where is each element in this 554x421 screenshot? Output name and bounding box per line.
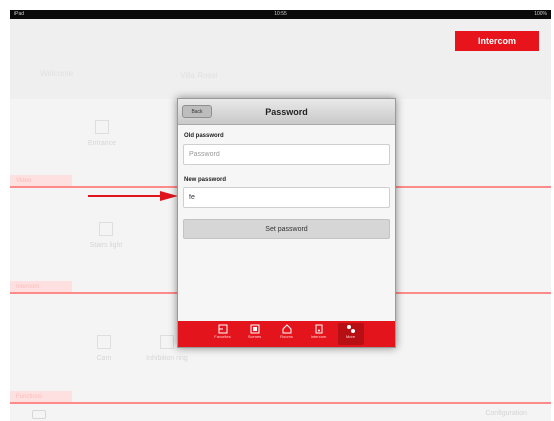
section-divider	[10, 402, 551, 404]
clock-label: 10:55	[274, 11, 287, 17]
bg-item-cam[interactable]: Cam	[84, 335, 124, 362]
tab-scenes[interactable]: Scenes	[242, 323, 268, 345]
old-password-label: Old password	[184, 133, 224, 139]
header-faint-text: Welcome	[40, 69, 74, 78]
tab-rooms[interactable]: Rooms	[274, 323, 300, 345]
status-bar: iPad 10:55 100%	[10, 10, 551, 19]
configuration-icon[interactable]	[32, 410, 46, 419]
new-password-label: New password	[184, 177, 227, 183]
set-password-button[interactable]: Set password	[183, 219, 390, 239]
bg-item-entrance[interactable]: Entrance	[82, 120, 122, 147]
bg-item-label: Stairs light	[89, 242, 123, 249]
header-faint-text-2: Villa Rossi	[180, 71, 218, 80]
battery-label: 100%	[534, 11, 547, 17]
scenes-icon	[250, 324, 259, 334]
door-icon	[95, 120, 109, 134]
intercom-icon	[315, 324, 322, 334]
favorites-icon	[218, 324, 227, 334]
tab-label: Favorites	[214, 334, 231, 339]
bell-off-icon	[160, 335, 174, 349]
tab-label: Intercom	[310, 334, 327, 339]
rooms-icon	[282, 324, 291, 334]
tab-favorites[interactable]: Favorites	[210, 323, 236, 345]
tab-intercom[interactable]: Intercom	[306, 323, 332, 345]
modal-titlebar: Password Back	[178, 99, 395, 125]
camera-icon	[97, 335, 111, 349]
tab-label: Rooms	[280, 334, 293, 339]
tab-label: More	[345, 334, 356, 339]
bottom-tab-bar: Favorites Scenes Rooms Intercom More	[178, 321, 395, 347]
back-button[interactable]: Back	[182, 105, 212, 118]
light-icon	[99, 222, 113, 236]
bg-item-label: Entrance	[87, 140, 117, 147]
more-icon	[346, 325, 355, 333]
tab-more[interactable]: More	[337, 323, 364, 345]
carrier-label: iPad	[14, 11, 25, 17]
new-password-field[interactable]	[183, 187, 390, 208]
bg-item-label: Inhibition ring	[146, 355, 188, 362]
old-password-field[interactable]	[183, 144, 390, 165]
bg-item-stairs-light[interactable]: Stairs light	[86, 222, 126, 249]
configuration-label[interactable]: Configuration	[485, 410, 527, 417]
app-header: Welcome Villa Rossi Intercom	[10, 19, 551, 99]
tab-label: Scenes	[247, 334, 262, 339]
password-modal: Password Back Old password New password …	[177, 98, 396, 348]
annotation-arrow-icon	[88, 191, 178, 201]
intercom-brand-button[interactable]: Intercom	[455, 31, 539, 51]
bg-item-label: Cam	[96, 355, 112, 362]
